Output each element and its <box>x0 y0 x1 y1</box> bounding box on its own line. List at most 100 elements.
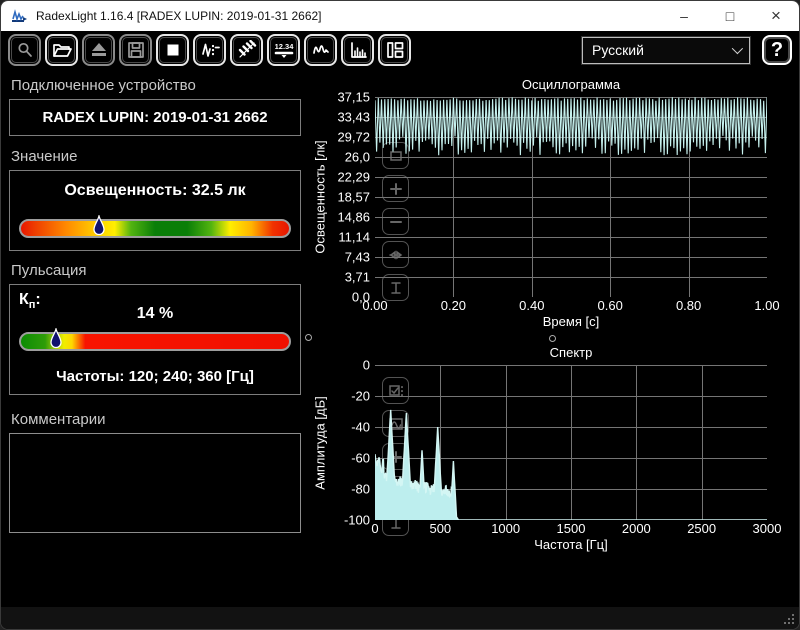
oscillogram-xlabel: Время [с] <box>542 314 600 329</box>
toolbar-button-numeric-display[interactable]: 12.34 <box>267 34 300 66</box>
horizontal-splitter-grip[interactable] <box>549 335 556 342</box>
help-button[interactable]: ? <box>762 35 792 65</box>
spectrum-xticks: 0 500 1000 1500 2000 2500 3000 <box>371 520 781 537</box>
oscillogram-zoom-box-button[interactable] <box>382 142 409 169</box>
y-tick: 7,43 <box>344 249 370 265</box>
toolbar-button-open-file[interactable] <box>45 34 78 66</box>
spectrum-curve-mode-button[interactable] <box>382 410 409 437</box>
resize-grip-icon[interactable] <box>783 613 794 624</box>
minimize-button[interactable]: – <box>661 1 707 31</box>
spectrum-yticks: 0 -20 -40 -60 -80 -100 <box>329 358 375 528</box>
y-tick: 3,71 <box>344 269 370 285</box>
charts-panel: Осциллограмма Освещенность [лк] 37,15 33,… <box>311 69 799 607</box>
y-tick: 37,15 <box>337 89 370 105</box>
open-folder-icon <box>52 44 72 57</box>
app-window: RadexLight 1.16.4 [RADEX LUPIN: 2019-01-… <box>0 0 800 630</box>
toolbar-button-pulse-settings[interactable] <box>193 34 226 66</box>
x-tick: 0.20 <box>440 298 467 313</box>
auto-scale-icon <box>388 384 403 396</box>
app-icon <box>12 9 27 22</box>
illuminance-reading: Освещенность: 32.5 лк <box>64 182 246 199</box>
oscillogram-fit-width-button[interactable] <box>382 241 409 268</box>
pulsation-marker-icon <box>50 328 62 349</box>
oscillogram-title: Осциллограмма <box>521 77 621 92</box>
spectrum-chart: Спектр Амплитуда [дБ] 0 -20 -40 -60 -80 -100 … <box>311 345 799 554</box>
pulsation-section-label: Пульсация <box>11 262 87 279</box>
maximize-button[interactable]: □ <box>707 1 753 31</box>
illuminance-scale <box>19 215 291 238</box>
pulsation-box: Кп: 14 % Частоты: 120; 240; 360 [Гц] <box>9 284 301 395</box>
oscillogram-icon <box>312 45 329 54</box>
toolbar-button-save-file[interactable] <box>119 34 152 66</box>
y-tick: 22,29 <box>337 169 370 185</box>
device-name-box: RADEX LUPIN: 2019-01-31 2662 <box>9 99 301 136</box>
window-controls: – □ × <box>661 1 799 31</box>
toolbar-button-flicker-settings[interactable] <box>230 34 263 66</box>
spectrum-zoom-out-button[interactable] <box>382 476 409 503</box>
zoom-out-icon <box>389 488 402 491</box>
language-select[interactable]: Русский <box>581 35 751 65</box>
y-tick: 11,14 <box>338 229 370 245</box>
pulsation-scale <box>19 328 291 351</box>
language-value: Русский <box>592 42 644 58</box>
oscillogram-yticks: 37,15 33,43 29,72 26,0 22,29 18,57 14,86 11,14 7… <box>329 90 375 305</box>
left-panel: Подключенное устройство RADEX LUPIN: 201… <box>1 69 311 607</box>
spectrum-zoom-in-button[interactable] <box>382 443 409 470</box>
toolbar-button-layout-panels[interactable] <box>378 34 411 66</box>
pulse-wave-icon <box>201 43 220 57</box>
y-tick: -100 <box>343 512 370 528</box>
spectrum-bars-icon <box>350 42 367 58</box>
toolbar-button-spectrum-view[interactable] <box>341 34 374 66</box>
x-tick: 500 <box>429 521 452 536</box>
comments-input[interactable] <box>9 433 301 533</box>
x-tick: 3000 <box>752 521 782 536</box>
toolbar-button-stop-measurement[interactable] <box>156 34 189 66</box>
fit-height-icon <box>390 281 401 294</box>
numeric-display-icon: 12.34 <box>274 42 294 58</box>
y-tick: -40 <box>351 419 370 435</box>
zoom-in-icon <box>389 450 402 463</box>
value-section-label: Значение <box>11 148 78 165</box>
kp-value: 14 % <box>136 305 174 322</box>
toolbar: 12.34 Русский ? <box>1 31 799 69</box>
toolbar-button-zoom-tool[interactable] <box>8 34 41 66</box>
floppy-save-icon <box>127 42 144 58</box>
y-tick: -80 <box>351 481 370 497</box>
y-tick: -60 <box>351 450 370 466</box>
oscillogram-zoom-out-button[interactable] <box>382 208 409 235</box>
y-tick: 29,72 <box>337 129 370 145</box>
illuminance-gradient-bar <box>19 219 291 238</box>
chevron-down-icon <box>731 42 744 55</box>
x-tick: 0.80 <box>675 298 702 313</box>
spectrum-auto-scale-button[interactable] <box>382 377 409 404</box>
titlebar: RadexLight 1.16.4 [RADEX LUPIN: 2019-01-… <box>1 1 799 31</box>
svg-text:12.34: 12.34 <box>274 42 294 51</box>
fit-height-icon <box>390 516 401 529</box>
value-box: Освещенность: 32.5 лк <box>9 170 301 251</box>
close-button[interactable]: × <box>753 1 799 31</box>
y-tick: 14,86 <box>337 209 370 225</box>
x-tick: 0.40 <box>519 298 545 313</box>
zoom-box-icon <box>389 150 402 161</box>
comments-section-label: Комментарии <box>11 411 106 428</box>
oscillogram-chart: Осциллограмма Освещенность [лк] 37,15 33,… <box>311 77 799 331</box>
toolbar-button-eject-device[interactable] <box>82 34 115 66</box>
oscillogram-xticks: 0.00 0.20 0.40 0.60 0.80 1.00 <box>362 297 779 314</box>
oscillogram-fit-height-button[interactable] <box>382 274 409 301</box>
layout-panels-icon <box>386 42 403 58</box>
x-tick: 2000 <box>621 521 651 536</box>
curve-mode-icon <box>388 417 403 430</box>
spectrum-tools <box>382 377 409 536</box>
device-name: RADEX LUPIN: 2019-01-31 2662 <box>42 109 268 126</box>
eject-icon <box>91 43 106 56</box>
oscillogram-tools <box>382 142 409 301</box>
spectrum-plot[interactable] <box>375 365 767 536</box>
x-tick: 0 <box>371 521 379 536</box>
oscillogram-plot[interactable] <box>375 97 767 301</box>
x-tick: 2500 <box>687 521 717 536</box>
oscillogram-zoom-in-button[interactable] <box>382 175 409 202</box>
x-tick: 1500 <box>556 521 586 536</box>
fit-width-icon <box>388 250 403 259</box>
spectrum-fit-height-button[interactable] <box>382 509 409 536</box>
toolbar-button-oscillogram-view[interactable] <box>304 34 337 66</box>
